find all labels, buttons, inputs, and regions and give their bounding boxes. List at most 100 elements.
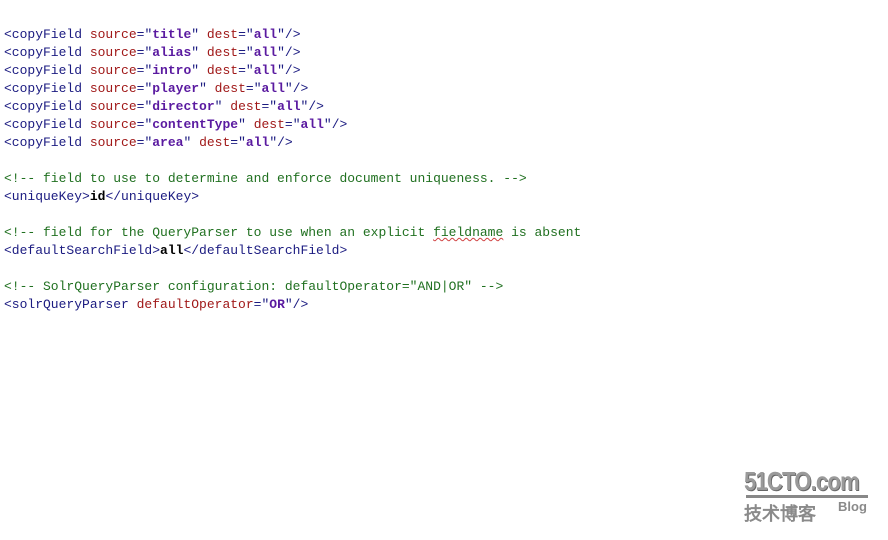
punctuation: =" xyxy=(261,99,278,114)
attribute-name: source xyxy=(89,99,137,114)
punctuation: =" xyxy=(136,81,153,96)
attribute-name: dest xyxy=(206,63,239,78)
code-line: <!-- field for the QueryParser to use wh… xyxy=(4,224,581,242)
punctuation: =" xyxy=(136,45,153,60)
punctuation: " xyxy=(199,81,215,96)
punctuation: "/> xyxy=(284,297,309,312)
attribute-value: all xyxy=(261,81,285,96)
attribute-value: all xyxy=(253,45,278,60)
punctuation: "/> xyxy=(300,99,324,114)
attribute-value: player xyxy=(152,81,200,96)
code-line: <copyField source="title" dest="all"/> xyxy=(4,26,581,44)
punctuation: "/> xyxy=(277,63,301,78)
code-line: <copyField source="contentType" dest="al… xyxy=(4,116,581,134)
code-line: <copyField source="area" dest="all"/> xyxy=(4,134,581,152)
xml-tag: <copyField xyxy=(4,63,90,78)
misspelled-word: fieldname xyxy=(433,225,504,240)
attribute-name: dest xyxy=(214,81,246,96)
punctuation: =" xyxy=(284,117,301,132)
xml-tag: <copyField xyxy=(4,135,90,150)
punctuation: =" xyxy=(136,117,153,132)
attribute-name: source xyxy=(89,45,137,60)
xml-tag: <copyField xyxy=(4,99,90,114)
attribute-name: source xyxy=(89,27,137,42)
attribute-value: alias xyxy=(152,45,192,60)
element-text: all xyxy=(160,243,184,258)
punctuation: "/> xyxy=(284,81,309,96)
punctuation: =" xyxy=(136,99,153,114)
punctuation: "/> xyxy=(269,135,293,150)
punctuation: " xyxy=(183,135,200,150)
code-line: <!-- field to use to determine and enfor… xyxy=(4,170,581,188)
attribute-name: source xyxy=(89,81,137,96)
attribute-name: source xyxy=(89,135,137,150)
punctuation: =" xyxy=(136,63,153,78)
code-line: <copyField source="player" dest="all"/> xyxy=(4,80,581,98)
xml-tag: </uniqueKey> xyxy=(105,189,200,204)
punctuation: =" xyxy=(238,45,254,60)
xml-comment: <!-- field for the QueryParser to use wh… xyxy=(4,225,434,240)
xml-comment: <!-- SolrQueryParser configuration: defa… xyxy=(4,279,504,294)
attribute-name: dest xyxy=(206,27,239,42)
attribute-value: OR xyxy=(269,297,285,312)
punctuation: "/> xyxy=(277,45,301,60)
xml-comment: <!-- field to use to determine and enfor… xyxy=(4,171,527,186)
xml-tag: </defaultSearchField> xyxy=(183,243,348,258)
code-editor[interactable]: <copyField source="title" dest="all"/> <c… xyxy=(4,26,581,314)
code-line: <uniqueKey>id</uniqueKey> xyxy=(4,188,581,206)
punctuation: =" xyxy=(230,135,246,150)
attribute-value: all xyxy=(277,99,301,114)
punctuation: " xyxy=(191,27,207,42)
punctuation: " xyxy=(238,117,254,132)
punctuation: =" xyxy=(136,27,153,42)
attribute-name: dest xyxy=(230,99,262,114)
logo-underline xyxy=(746,495,868,498)
attribute-name: dest xyxy=(199,135,231,150)
punctuation: " xyxy=(191,45,207,60)
code-line: <copyField source="alias" dest="all"/> xyxy=(4,44,581,62)
punctuation: =" xyxy=(253,297,270,312)
code-line: <copyField source="director" dest="all"/… xyxy=(4,98,581,116)
element-text: id xyxy=(89,189,106,204)
attribute-value: all xyxy=(253,63,278,78)
xml-tag: <copyField xyxy=(4,117,90,132)
punctuation: =" xyxy=(238,63,254,78)
punctuation: "/> xyxy=(277,27,301,42)
xml-tag: <defaultSearchField> xyxy=(4,243,161,258)
punctuation: =" xyxy=(245,81,262,96)
attribute-value: all xyxy=(245,135,270,150)
punctuation: =" xyxy=(238,27,254,42)
xml-tag: <copyField xyxy=(4,81,90,96)
punctuation: =" xyxy=(136,135,153,150)
attribute-value: intro xyxy=(152,63,192,78)
logo-blog: Blog xyxy=(838,499,867,514)
watermark-logo: 51CTO.com 技术博客 Blog xyxy=(744,466,874,526)
code-line: <solrQueryParser defaultOperator="OR"/> xyxy=(4,296,581,314)
attribute-name: source xyxy=(89,63,137,78)
punctuation: " xyxy=(214,99,231,114)
attribute-value: contentType xyxy=(152,117,239,132)
attribute-value: all xyxy=(253,27,278,42)
attribute-value: title xyxy=(152,27,192,42)
code-line: <copyField source="intro" dest="all"/> xyxy=(4,62,581,80)
logo-subtitle: 技术博客 xyxy=(744,504,816,525)
attribute-value: all xyxy=(300,117,324,132)
attribute-name: dest xyxy=(206,45,239,60)
punctuation: "/> xyxy=(323,117,348,132)
xml-tag: <copyField xyxy=(4,45,90,60)
attribute-name: defaultOperator xyxy=(136,297,254,312)
xml-tag: <uniqueKey> xyxy=(4,189,90,204)
xml-tag: <solrQueryParser xyxy=(4,297,137,312)
attribute-name: dest xyxy=(253,117,285,132)
attribute-value: area xyxy=(152,135,184,150)
code-line: <!-- SolrQueryParser configuration: defa… xyxy=(4,278,581,296)
attribute-value: director xyxy=(152,99,215,114)
xml-tag: <copyField xyxy=(4,27,90,42)
logo-brand: 51CTO.com xyxy=(744,466,860,496)
code-line: <defaultSearchField>all</defaultSearchFi… xyxy=(4,242,581,260)
punctuation: " xyxy=(191,63,207,78)
attribute-name: source xyxy=(89,117,137,132)
